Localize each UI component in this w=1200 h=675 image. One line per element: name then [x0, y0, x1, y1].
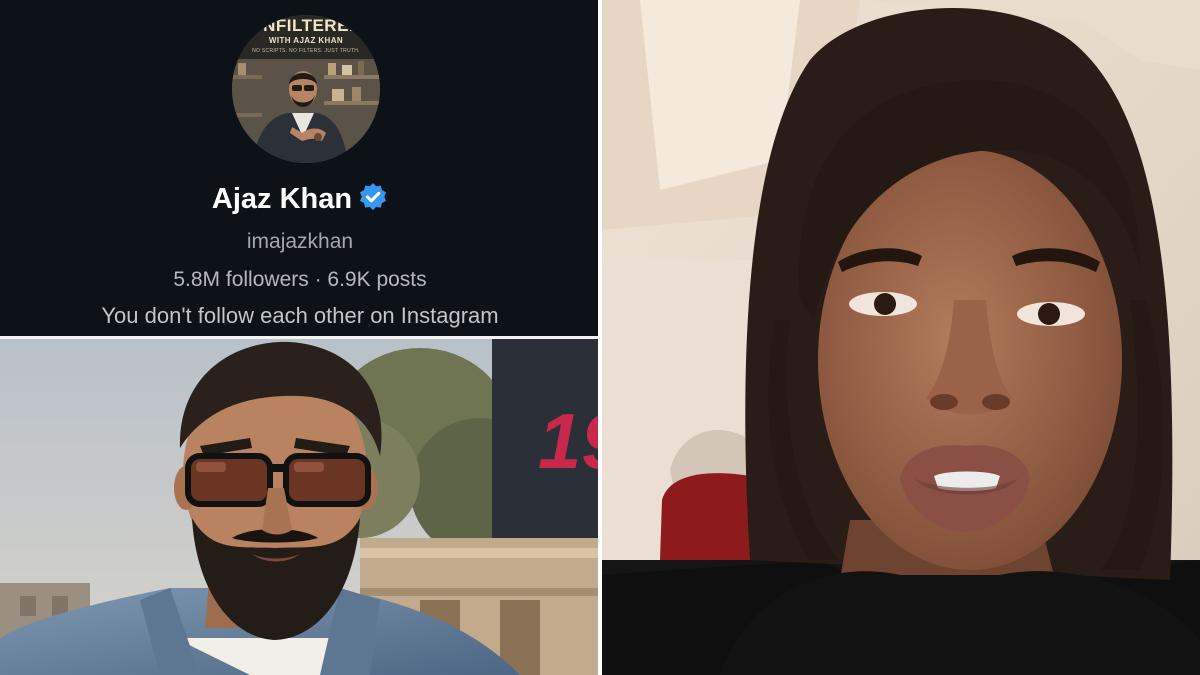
profile-display-name[interactable]: Ajaz Khan	[212, 183, 352, 215]
woman-selfie-photo	[600, 0, 1200, 675]
follow-status-text: You don't follow each other on Instagram	[101, 303, 499, 328]
profile-stats[interactable]: 5.8M followers · 6.9K posts	[0, 268, 600, 292]
verified-badge-icon	[360, 183, 387, 211]
image-collage: UNFILTERED WITH AJAZ KHAN NO SCRIPTS. NO…	[0, 0, 1200, 675]
horizontal-divider	[0, 336, 600, 339]
instagram-profile-card: UNFILTERED WITH AJAZ KHAN NO SCRIPTS. NO…	[0, 0, 600, 338]
avatar-banner-text: UNFILTERED	[250, 16, 362, 35]
avatar-banner-subtext: WITH AJAZ KHAN	[268, 36, 344, 45]
profile-name-row: Ajaz Khan	[0, 182, 600, 216]
man-portrait-photo: 19	[0, 338, 600, 675]
profile-username[interactable]: imajazkhan	[0, 230, 600, 254]
avatar-banner-tagline: NO SCRIPTS. NO FILTERS. JUST TRUTH.	[252, 48, 360, 54]
building-sign-text: 19	[538, 397, 600, 485]
profile-avatar[interactable]: UNFILTERED WITH AJAZ KHAN NO SCRIPTS. NO…	[232, 15, 380, 163]
